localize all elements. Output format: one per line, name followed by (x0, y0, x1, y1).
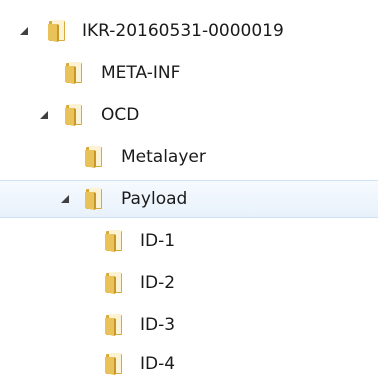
tree-item-label: ID-2 (140, 273, 176, 293)
tree-item-label: Payload (121, 189, 188, 209)
tree-item-ikr-20160531-0000019[interactable]: IKR-20160531-0000019 (0, 12, 378, 50)
expanded-triangle-icon[interactable] (17, 24, 31, 38)
tree-item-payload[interactable]: Payload (0, 180, 378, 218)
tree-item-label: Metalayer (121, 147, 206, 167)
tree-item-metalayer[interactable]: Metalayer (0, 138, 378, 176)
tree-item-label: OCD (101, 105, 140, 125)
folder-icon (63, 61, 87, 85)
folder-icon (103, 229, 127, 253)
folder-icon (103, 313, 127, 337)
tree-item-label: ID-3 (140, 315, 176, 335)
tree-item-id-1[interactable]: ID-1 (0, 222, 378, 260)
folder-icon (46, 19, 70, 43)
expanded-triangle-icon[interactable] (58, 192, 72, 206)
tree-item-label: IKR-20160531-0000019 (82, 21, 284, 41)
folder-icon (103, 271, 127, 295)
tree-item-id-2[interactable]: ID-2 (0, 264, 378, 302)
folder-icon (103, 352, 127, 376)
folder-icon (83, 145, 107, 169)
tree-item-id-3[interactable]: ID-3 (0, 306, 378, 344)
folder-tree: IKR-20160531-0000019 META-INF OCD Metala… (0, 0, 378, 383)
tree-item-label: META-INF (101, 63, 181, 83)
tree-item-ocd[interactable]: OCD (0, 96, 378, 134)
expanded-triangle-icon[interactable] (37, 108, 51, 122)
folder-icon (63, 103, 87, 127)
tree-item-meta-inf[interactable]: META-INF (0, 54, 378, 92)
folder-icon (83, 187, 107, 211)
tree-item-label: ID-1 (140, 231, 176, 251)
tree-item-id-4[interactable]: ID-4 (0, 345, 378, 383)
tree-item-label: ID-4 (140, 354, 176, 374)
